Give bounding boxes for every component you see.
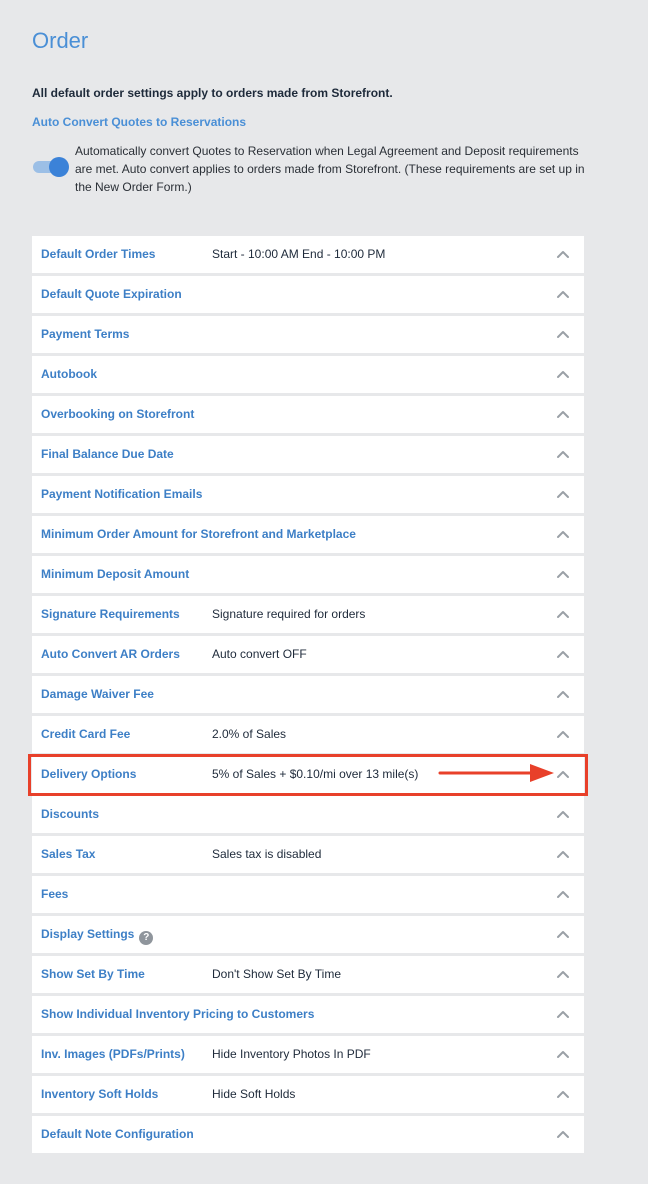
setting-label: Delivery Options bbox=[41, 767, 137, 781]
settings-list: Default Order Times Start - 10:00 AM End… bbox=[32, 236, 584, 1156]
chevron-up-icon[interactable] bbox=[556, 408, 570, 420]
setting-label: Payment Terms bbox=[41, 327, 130, 341]
chevron-up-icon[interactable] bbox=[556, 248, 570, 260]
setting-label: Show Individual Inventory Pricing to Cus… bbox=[41, 1007, 315, 1021]
setting-row-signature-requirements[interactable]: Signature Requirements Signature require… bbox=[32, 596, 584, 633]
setting-label: Minimum Order Amount for Storefront and … bbox=[41, 527, 356, 541]
setting-value: 5% of Sales + $0.10/mi over 13 mile(s) bbox=[212, 767, 419, 781]
setting-value: Auto convert OFF bbox=[212, 647, 307, 661]
setting-label: Inv. Images (PDFs/Prints) bbox=[41, 1047, 185, 1061]
setting-row-fees[interactable]: Fees bbox=[32, 876, 584, 913]
chevron-up-icon[interactable] bbox=[556, 528, 570, 540]
setting-label: Auto Convert AR Orders bbox=[41, 647, 180, 661]
auto-convert-quotes-link[interactable]: Auto Convert Quotes to Reservations bbox=[32, 115, 246, 129]
chevron-up-icon[interactable] bbox=[556, 288, 570, 300]
setting-label: Credit Card Fee bbox=[41, 727, 131, 741]
setting-row-payment-terms[interactable]: Payment Terms bbox=[32, 316, 584, 353]
setting-row-minimum-deposit-amount[interactable]: Minimum Deposit Amount bbox=[32, 556, 584, 593]
chevron-up-icon[interactable] bbox=[556, 848, 570, 860]
setting-value: Start - 10:00 AM End - 10:00 PM bbox=[212, 247, 386, 261]
setting-label: Signature Requirements bbox=[41, 607, 180, 621]
chevron-up-icon[interactable] bbox=[556, 1128, 570, 1140]
auto-convert-description: Automatically convert Quotes to Reservat… bbox=[75, 144, 585, 194]
setting-row-display-settings[interactable]: Display Settings? bbox=[32, 916, 584, 953]
chevron-up-icon[interactable] bbox=[556, 568, 570, 580]
setting-row-discounts[interactable]: Discounts bbox=[32, 796, 584, 833]
chevron-up-icon[interactable] bbox=[556, 1088, 570, 1100]
setting-row-auto-convert-ar-orders[interactable]: Auto Convert AR Orders Auto convert OFF bbox=[32, 636, 584, 673]
auto-convert-toggle[interactable] bbox=[33, 157, 69, 177]
setting-label: Final Balance Due Date bbox=[41, 447, 174, 461]
setting-row-sales-tax[interactable]: Sales Tax Sales tax is disabled bbox=[32, 836, 584, 873]
setting-value: Hide Inventory Photos In PDF bbox=[212, 1047, 371, 1061]
setting-row-autobook[interactable]: Autobook bbox=[32, 356, 584, 393]
setting-label: Inventory Soft Holds bbox=[41, 1087, 159, 1101]
setting-label: Minimum Deposit Amount bbox=[41, 567, 190, 581]
setting-label: Show Set By Time bbox=[41, 967, 145, 981]
setting-row-overbooking-on-storefront[interactable]: Overbooking on Storefront bbox=[32, 396, 584, 433]
settings-intro: All default order settings apply to orde… bbox=[32, 86, 393, 100]
toggle-knob bbox=[49, 157, 69, 177]
setting-value: Signature required for orders bbox=[212, 607, 366, 621]
setting-row-show-set-by-time[interactable]: Show Set By Time Don't Show Set By Time bbox=[32, 956, 584, 993]
setting-label: Payment Notification Emails bbox=[41, 487, 203, 501]
setting-value: Hide Soft Holds bbox=[212, 1087, 296, 1101]
setting-row-credit-card-fee[interactable]: Credit Card Fee 2.0% of Sales bbox=[32, 716, 584, 753]
chevron-up-icon[interactable] bbox=[556, 1048, 570, 1060]
setting-value: 2.0% of Sales bbox=[212, 727, 287, 741]
chevron-up-icon[interactable] bbox=[556, 768, 570, 780]
chevron-up-icon[interactable] bbox=[556, 608, 570, 620]
setting-row-default-quote-expiration[interactable]: Default Quote Expiration bbox=[32, 276, 584, 313]
chevron-up-icon[interactable] bbox=[556, 968, 570, 980]
setting-row-inv-images[interactable]: Inv. Images (PDFs/Prints) Hide Inventory… bbox=[32, 1036, 584, 1073]
setting-label: Default Note Configuration bbox=[41, 1127, 194, 1141]
setting-row-payment-notification-emails[interactable]: Payment Notification Emails bbox=[32, 476, 584, 513]
setting-label: Overbooking on Storefront bbox=[41, 407, 195, 421]
setting-row-show-individual-inventory-pricing[interactable]: Show Individual Inventory Pricing to Cus… bbox=[32, 996, 584, 1033]
setting-label: Default Order Times bbox=[41, 247, 156, 261]
chevron-up-icon[interactable] bbox=[556, 808, 570, 820]
chevron-up-icon[interactable] bbox=[556, 1008, 570, 1020]
setting-row-delivery-options[interactable]: Delivery Options 5% of Sales + $0.10/mi … bbox=[32, 756, 584, 793]
setting-row-inventory-soft-holds[interactable]: Inventory Soft Holds Hide Soft Holds bbox=[32, 1076, 584, 1113]
setting-row-minimum-order-amount[interactable]: Minimum Order Amount for Storefront and … bbox=[32, 516, 584, 553]
setting-label: Sales Tax bbox=[41, 847, 96, 861]
setting-row-damage-waiver-fee[interactable]: Damage Waiver Fee bbox=[32, 676, 584, 713]
setting-row-final-balance-due-date[interactable]: Final Balance Due Date bbox=[32, 436, 584, 473]
setting-label-text: Display Settings bbox=[41, 927, 135, 941]
chevron-up-icon[interactable] bbox=[556, 648, 570, 660]
chevron-up-icon[interactable] bbox=[556, 368, 570, 380]
chevron-up-icon[interactable] bbox=[556, 888, 570, 900]
setting-label: Display Settings? bbox=[41, 916, 154, 953]
setting-value: Sales tax is disabled bbox=[212, 847, 322, 861]
chevron-up-icon[interactable] bbox=[556, 488, 570, 500]
setting-label: Fees bbox=[41, 887, 69, 901]
question-circle-icon[interactable]: ? bbox=[139, 931, 154, 945]
setting-label: Autobook bbox=[41, 367, 97, 381]
page-title: Order bbox=[32, 28, 89, 53]
setting-label: Damage Waiver Fee bbox=[41, 687, 154, 701]
setting-value: Don't Show Set By Time bbox=[212, 967, 342, 981]
chevron-up-icon[interactable] bbox=[556, 328, 570, 340]
setting-label: Default Quote Expiration bbox=[41, 287, 182, 301]
chevron-up-icon[interactable] bbox=[556, 928, 570, 940]
setting-label: Discounts bbox=[41, 807, 100, 821]
chevron-up-icon[interactable] bbox=[556, 728, 570, 740]
chevron-up-icon[interactable] bbox=[556, 448, 570, 460]
chevron-up-icon[interactable] bbox=[556, 688, 570, 700]
setting-row-default-note-configuration[interactable]: Default Note Configuration bbox=[32, 1116, 584, 1153]
setting-row-default-order-times[interactable]: Default Order Times Start - 10:00 AM End… bbox=[32, 236, 584, 273]
